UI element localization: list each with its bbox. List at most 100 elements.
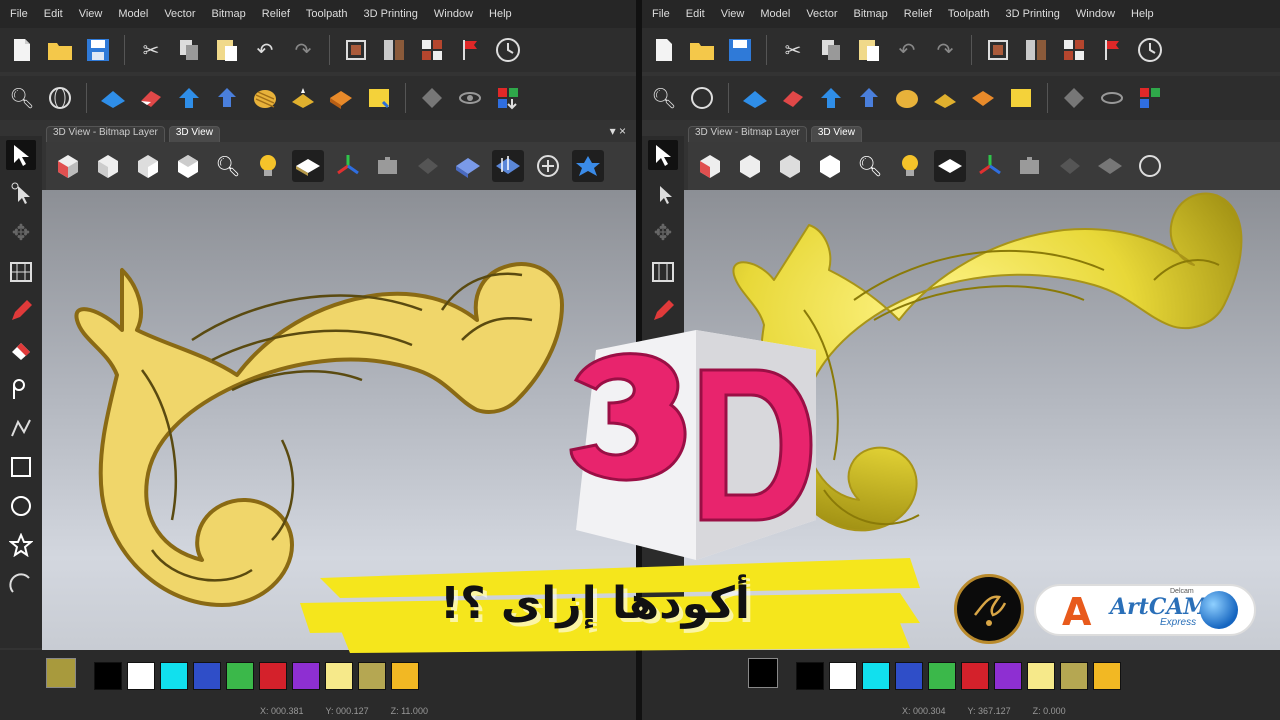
palette-swatch-green[interactable] <box>226 662 254 690</box>
palette-swatch-black[interactable] <box>796 662 824 690</box>
tab-bitmap-layer[interactable]: 3D View - Bitmap Layer <box>688 126 807 142</box>
palette-swatch-purple[interactable] <box>292 662 320 690</box>
redo-icon[interactable]: ↷ <box>289 36 317 64</box>
front-view-icon[interactable] <box>734 150 766 182</box>
palette-swatch-white[interactable] <box>127 662 155 690</box>
iso-view-icon[interactable] <box>694 150 726 182</box>
palette-swatch-blue[interactable] <box>193 662 221 690</box>
menu-relief[interactable]: Relief <box>262 8 290 20</box>
select-arrow-icon[interactable] <box>6 140 36 170</box>
menu-toolpath[interactable]: Toolpath <box>306 8 348 20</box>
flag-icon[interactable] <box>1098 36 1126 64</box>
globe-icon[interactable] <box>688 84 716 112</box>
eye-icon[interactable] <box>456 84 484 112</box>
sparkle-icon[interactable] <box>931 84 959 112</box>
menu-file[interactable]: File <box>10 8 28 20</box>
menu-3d-printing[interactable]: 3D Printing <box>1005 8 1059 20</box>
palette-swatch-light-yellow[interactable] <box>325 662 353 690</box>
menu-toolpath[interactable]: Toolpath <box>948 8 990 20</box>
rotate-icon[interactable] <box>1134 150 1166 182</box>
arrow-up-icon[interactable] <box>175 84 203 112</box>
eraser-tool-icon[interactable] <box>6 335 36 365</box>
shade-icon[interactable] <box>934 150 966 182</box>
palette-swatch-red[interactable] <box>259 662 287 690</box>
relief-shade-icon[interactable] <box>412 150 444 182</box>
menu-file[interactable]: File <box>652 8 670 20</box>
relief-icon[interactable] <box>741 84 769 112</box>
menu-edit[interactable]: Edit <box>686 8 705 20</box>
zoom-icon[interactable]: 🔍︎ <box>650 84 678 112</box>
node-edit-icon[interactable] <box>6 179 36 209</box>
array-icon[interactable] <box>6 257 36 287</box>
arrows-icon[interactable] <box>855 84 883 112</box>
palette-swatch-gold[interactable] <box>1093 662 1121 690</box>
shade-icon[interactable] <box>292 150 324 182</box>
eye-icon[interactable] <box>1098 84 1126 112</box>
tab-3d-view[interactable]: 3D View <box>168 126 220 142</box>
menu-model[interactable]: Model <box>760 8 790 20</box>
polyline-icon[interactable] <box>6 413 36 443</box>
cut-icon[interactable]: ✂ <box>137 36 165 64</box>
diamond-icon[interactable] <box>418 84 446 112</box>
palette-swatch-purple[interactable] <box>994 662 1022 690</box>
open-folder-icon[interactable] <box>46 36 74 64</box>
new-file-icon[interactable] <box>8 36 36 64</box>
relief-wire-icon[interactable] <box>492 150 524 182</box>
menu-view[interactable]: View <box>79 8 103 20</box>
current-colour-swatch[interactable] <box>748 658 778 688</box>
menu-3d-printing[interactable]: 3D Printing <box>363 8 417 20</box>
menu-bitmap[interactable]: Bitmap <box>212 8 246 20</box>
clock-icon[interactable] <box>1136 36 1164 64</box>
pencil-icon[interactable] <box>6 296 36 326</box>
palette-swatch-blue[interactable] <box>895 662 923 690</box>
paste-icon[interactable] <box>855 36 883 64</box>
palette-swatch-gold[interactable] <box>391 662 419 690</box>
menu-model[interactable]: Model <box>118 8 148 20</box>
new-file-icon[interactable] <box>650 36 678 64</box>
copy-icon[interactable] <box>817 36 845 64</box>
side-view-icon[interactable] <box>774 150 806 182</box>
side-view-icon[interactable] <box>132 150 164 182</box>
eraser-icon[interactable] <box>779 84 807 112</box>
select-arrow-icon[interactable] <box>648 140 678 170</box>
top-view-icon[interactable] <box>172 150 204 182</box>
star-icon[interactable] <box>6 530 36 560</box>
palette-swatch-white[interactable] <box>829 662 857 690</box>
menu-help[interactable]: Help <box>489 8 512 20</box>
current-colour-swatch[interactable] <box>46 658 76 688</box>
rectangle-icon[interactable] <box>6 452 36 482</box>
measure-icon[interactable] <box>6 374 36 404</box>
transform-icon[interactable]: ✥ <box>6 218 36 248</box>
zoom-view-icon[interactable]: 🔍︎ <box>212 150 244 182</box>
array-icon[interactable] <box>648 257 678 287</box>
palette-swatch-cyan[interactable] <box>160 662 188 690</box>
axes-icon[interactable] <box>332 150 364 182</box>
tab-bitmap-layer[interactable]: 3D View - Bitmap Layer <box>46 126 165 142</box>
zoom-view-icon[interactable]: 🔍︎ <box>854 150 886 182</box>
layers-icon[interactable] <box>342 36 370 64</box>
palette-swatch-light-yellow[interactable] <box>1027 662 1055 690</box>
menu-vector[interactable]: Vector <box>806 8 837 20</box>
redo-icon[interactable]: ↷ <box>931 36 959 64</box>
toggle-icon[interactable] <box>380 36 408 64</box>
clock-icon[interactable] <box>494 36 522 64</box>
save-icon[interactable] <box>84 36 112 64</box>
iso-view-icon[interactable] <box>52 150 84 182</box>
menu-help[interactable]: Help <box>1131 8 1154 20</box>
menu-view[interactable]: View <box>721 8 745 20</box>
palette-swatch-green[interactable] <box>928 662 956 690</box>
undo-icon[interactable]: ↶ <box>251 36 279 64</box>
menu-bitmap[interactable]: Bitmap <box>854 8 888 20</box>
colors-icon[interactable] <box>1136 84 1164 112</box>
paste-icon[interactable] <box>213 36 241 64</box>
texture-icon[interactable] <box>893 84 921 112</box>
relief-mesh-icon[interactable] <box>1094 150 1126 182</box>
front-view-icon[interactable] <box>92 150 124 182</box>
menu-window[interactable]: Window <box>1076 8 1115 20</box>
sparkle-icon[interactable] <box>289 84 317 112</box>
relief-mesh-icon[interactable] <box>452 150 484 182</box>
open-folder-icon[interactable] <box>688 36 716 64</box>
grid-icon[interactable] <box>1060 36 1088 64</box>
pencil-icon[interactable] <box>648 296 678 326</box>
note-icon[interactable] <box>1007 84 1035 112</box>
